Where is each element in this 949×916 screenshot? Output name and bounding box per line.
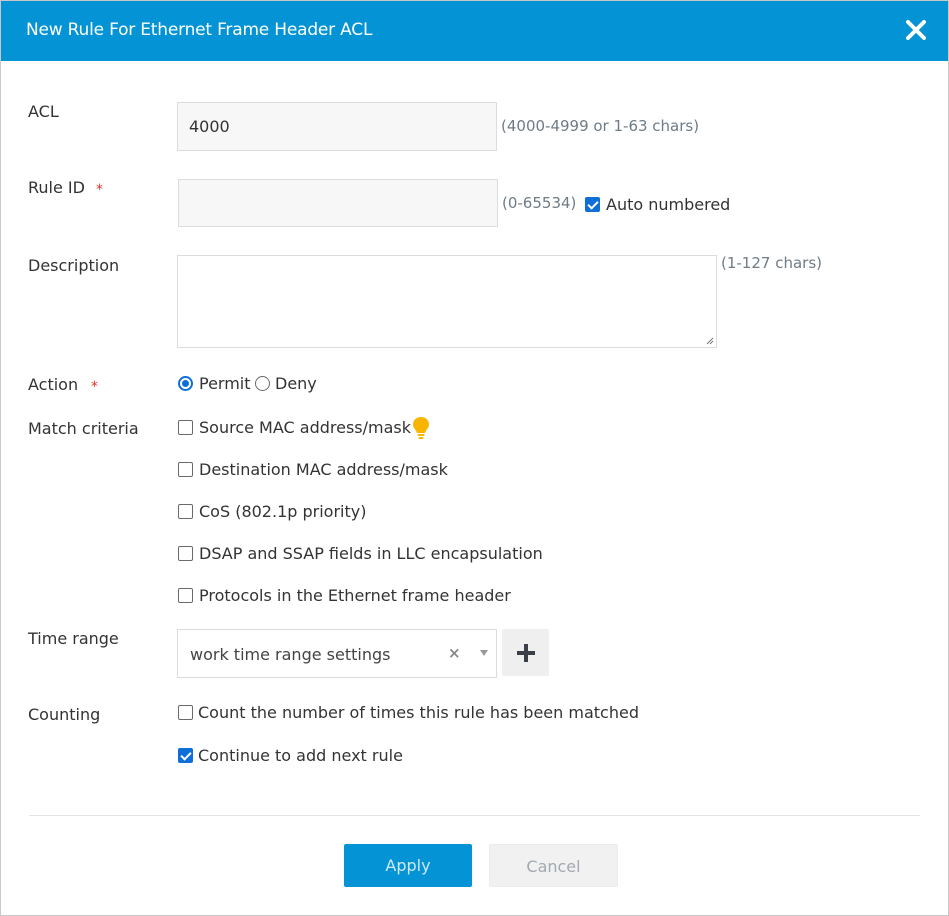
resize-grip-icon[interactable] [704,335,714,345]
chevron-down-icon[interactable] [480,650,488,656]
footer-divider [29,815,920,816]
description-hint: (1-127 chars) [721,254,822,272]
permit-radio[interactable] [178,376,193,391]
cos-label: CoS (802.1p priority) [199,502,367,521]
cancel-button[interactable]: Cancel [489,844,618,887]
dsap-ssap-checkbox[interactable] [178,546,193,561]
destination-mac-checkbox[interactable] [178,462,193,477]
action-label: Action [28,375,79,394]
permit-label: Permit [199,374,251,393]
protocols-label: Protocols in the Ethernet frame header [199,586,511,605]
deny-label: Deny [275,374,317,393]
count-matches-checkbox[interactable] [178,705,193,720]
apply-button[interactable]: Apply [344,844,472,887]
description-label: Description [28,256,120,275]
acl-hint: (4000-4999 or 1-63 chars) [501,117,700,135]
cos-checkbox[interactable] [178,504,193,519]
auto-numbered-label: Auto numbered [606,195,731,214]
time-range-select[interactable]: work time range settings × [177,629,497,678]
continue-add-label: Continue to add next rule [198,746,403,765]
dialog-title: New Rule For Ethernet Frame Header ACL [26,20,373,40]
acl-input[interactable] [177,102,497,151]
match-criteria-label: Match criteria [28,419,139,438]
required-mark: * [91,379,98,395]
new-rule-dialog: New Rule For Ethernet Frame Header ACL A… [0,0,949,916]
dsap-ssap-label: DSAP and SSAP fields in LLC encapsulatio… [199,544,543,563]
required-mark: * [96,182,103,198]
time-range-label: Time range [28,629,119,648]
rule-id-hint: (0-65534) [502,194,577,212]
description-textarea[interactable] [177,255,717,348]
counting-label: Counting [28,705,101,724]
clear-icon[interactable]: × [448,644,461,662]
rule-id-label: Rule ID [28,178,85,197]
count-matches-label: Count the number of times this rule has … [198,703,639,722]
protocols-checkbox[interactable] [178,588,193,603]
time-range-value: work time range settings [190,645,391,664]
deny-radio[interactable] [255,376,270,391]
dialog-titlebar: New Rule For Ethernet Frame Header ACL [1,1,948,61]
acl-label: ACL [28,102,59,121]
close-icon[interactable] [903,17,929,43]
destination-mac-label: Destination MAC address/mask [199,460,448,479]
source-mac-checkbox[interactable] [178,420,193,435]
source-mac-label: Source MAC address/mask [199,418,412,437]
rule-id-input[interactable] [178,179,498,227]
lightbulb-icon[interactable] [411,416,431,440]
continue-add-checkbox[interactable] [178,748,193,763]
add-time-range-button[interactable] [502,629,549,676]
auto-numbered-checkbox[interactable] [585,197,600,212]
